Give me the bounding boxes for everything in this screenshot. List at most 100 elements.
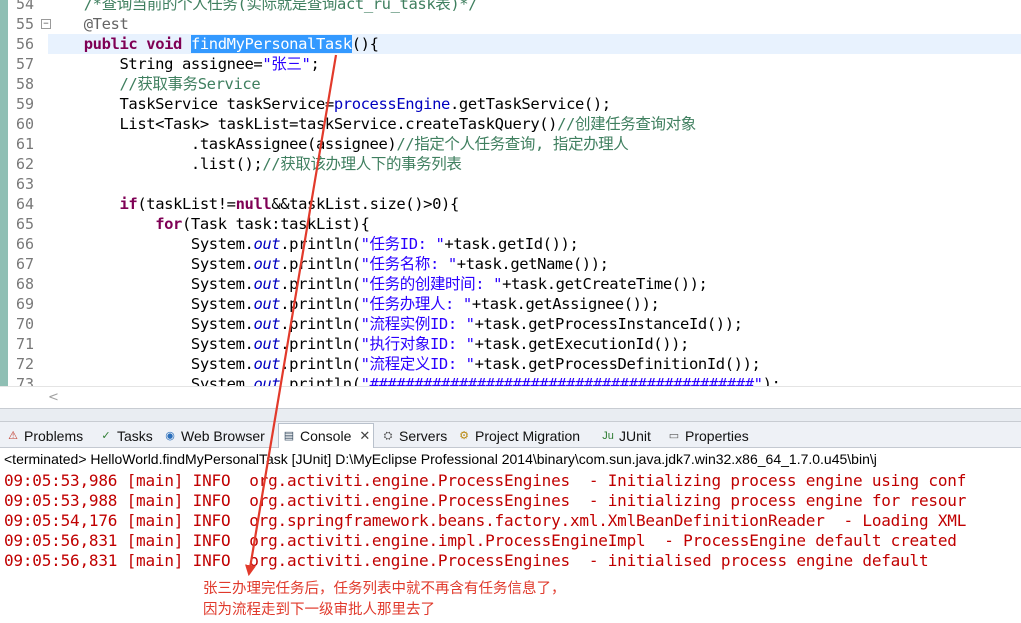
code-token: processEngine bbox=[333, 95, 451, 113]
code-token: .println( bbox=[280, 255, 361, 273]
tab-label: Project Migration bbox=[475, 427, 581, 444]
migration-icon: ⚙ bbox=[459, 429, 469, 442]
code-token: (){ bbox=[351, 35, 379, 53]
code-token: .taskAssignee(assignee) bbox=[48, 135, 397, 153]
code-line[interactable]: public void findMyPersonalTask(){ bbox=[48, 34, 1021, 54]
console-status: <terminated> HelloWorld.findMyPersonalTa… bbox=[4, 451, 877, 467]
code-line[interactable]: List<Task> taskList=taskService.createTa… bbox=[48, 114, 1021, 134]
code-line[interactable]: //获取事务Service bbox=[48, 74, 1021, 94]
code-token: .println( bbox=[280, 335, 361, 353]
annotation-note: 张三办理完任务后，任务列表中就不再含有任务信息了， 因为流程走到下一级审批人那里… bbox=[203, 579, 566, 621]
code-token: "张三" bbox=[262, 55, 311, 73]
console-log-line: 09:05:56,831 [main] INFO org.activiti.en… bbox=[4, 531, 957, 550]
editor-horizontal-scrollbar[interactable]: < bbox=[0, 386, 1021, 408]
tab-label: Web Browser bbox=[181, 427, 265, 444]
problems-icon: ⚠ bbox=[8, 429, 18, 442]
tab-properties[interactable]: ▭ Properties bbox=[664, 424, 752, 447]
line-number: 57 bbox=[16, 55, 35, 73]
code-token: out bbox=[253, 255, 281, 273]
tab-junit[interactable]: Ju JUnit bbox=[598, 424, 654, 447]
tab-tasks[interactable]: ✓ Tasks bbox=[96, 424, 156, 447]
code-token: System. bbox=[48, 315, 254, 333]
tab-label: JUnit bbox=[619, 427, 651, 444]
code-token: "任务ID: " bbox=[360, 235, 445, 253]
line-number: 59 bbox=[16, 95, 35, 113]
code-token: TaskService taskService= bbox=[48, 95, 334, 113]
code-line[interactable]: System.out.println("流程定义ID: "+task.getPr… bbox=[48, 354, 1021, 374]
code-line[interactable]: String assignee="张三"; bbox=[48, 54, 1021, 74]
console-log-line: 09:05:53,988 [main] INFO org.activiti.en… bbox=[4, 491, 967, 510]
tab-label: Tasks bbox=[117, 427, 153, 444]
annotation-line: 张三办理完任务后，任务列表中就不再含有任务信息了， bbox=[203, 581, 566, 597]
code-token: /*查询当前的个人任务(实际就是查询act_ru_task表)*/ bbox=[48, 0, 478, 13]
code-token: out bbox=[253, 355, 281, 373]
code-token: "流程实例ID: " bbox=[360, 315, 475, 333]
tab-label: Servers bbox=[399, 427, 448, 444]
line-number: 54 bbox=[16, 0, 35, 13]
editor-gutter-strip bbox=[0, 0, 8, 386]
code-token: //指定个人任务查询, 指定办理人 bbox=[396, 135, 629, 153]
junit-icon: Ju bbox=[602, 429, 614, 442]
code-token: +task.getProcessDefinitionId()); bbox=[474, 355, 761, 373]
code-token: public bbox=[83, 35, 138, 53]
code-line[interactable]: System.out.println("执行对象ID: "+task.getEx… bbox=[48, 334, 1021, 354]
code-token: out bbox=[253, 375, 281, 386]
code-line[interactable]: if(taskList!=null&&taskList.size()>0){ bbox=[48, 194, 1021, 214]
code-editor[interactable]: 54 55−56 57 58 59 60 61 62 63 64 65 66 67 68 69 70 71 72 7… bbox=[0, 0, 1021, 386]
code-token: +task.getAssignee()); bbox=[471, 295, 660, 313]
tab-console[interactable]: ▤ Console ✕ bbox=[278, 423, 375, 448]
line-number: 56 bbox=[16, 35, 35, 53]
code-line[interactable]: System.out.println("任务办理人: "+task.getAss… bbox=[48, 294, 1021, 314]
code-token: .getTaskService(); bbox=[449, 95, 611, 113]
code-token: System. bbox=[48, 255, 254, 273]
tab-label: Problems bbox=[24, 427, 84, 444]
code-token: +task.getId()); bbox=[444, 235, 579, 253]
line-number: 73 bbox=[16, 375, 35, 386]
code-token: out bbox=[253, 275, 281, 293]
code-line[interactable]: for(Task task:taskList){ bbox=[48, 214, 1021, 234]
line-number: 60 bbox=[16, 115, 35, 133]
code-line[interactable]: @Test bbox=[48, 14, 1021, 34]
code-line[interactable]: TaskService taskService=processEngine.ge… bbox=[48, 94, 1021, 114]
code-token: //创建任务查询对象 bbox=[557, 115, 696, 133]
code-token: (taskList!= bbox=[137, 195, 236, 213]
code-line[interactable]: System.out.println("任务名称: "+task.getName… bbox=[48, 254, 1021, 274]
close-icon[interactable]: ✕ bbox=[359, 428, 370, 444]
scroll-left-icon[interactable]: < bbox=[48, 390, 59, 405]
tab-project-migration[interactable]: ⚙ Project Migration bbox=[454, 424, 583, 447]
console-log-line: 09:05:53,986 [main] INFO org.activiti.en… bbox=[4, 471, 967, 490]
line-number: 58 bbox=[16, 75, 35, 93]
code-token: .println( bbox=[280, 315, 361, 333]
code-line[interactable]: System.out.println("流程实例ID: "+task.getPr… bbox=[48, 314, 1021, 334]
line-number: 68 bbox=[16, 275, 35, 293]
annotation-line: 因为流程走到下一级审批人那里去了 bbox=[203, 602, 435, 618]
tab-servers[interactable]: ⛭ Servers bbox=[378, 424, 450, 447]
code-line[interactable]: System.out.println("####################… bbox=[48, 374, 1021, 386]
code-token: System. bbox=[48, 235, 254, 253]
code-line[interactable]: System.out.println("任务的创建时间: "+task.getC… bbox=[48, 274, 1021, 294]
code-line[interactable]: .list();//获取该办理人下的事务列表 bbox=[48, 154, 1021, 174]
code-token: "任务名称: " bbox=[360, 255, 458, 273]
code-line[interactable]: .taskAssignee(assignee)//指定个人任务查询, 指定办理人 bbox=[48, 134, 1021, 154]
tab-problems[interactable]: ⚠ Problems bbox=[3, 424, 86, 447]
code-line[interactable] bbox=[48, 174, 1021, 194]
tab-label: Properties bbox=[685, 427, 749, 444]
code-line[interactable]: /*查询当前的个人任务(实际就是查询act_ru_task表)*/ bbox=[48, 0, 1021, 14]
code-token: +task.getCreateTime()); bbox=[502, 275, 708, 293]
code-token: ; bbox=[310, 55, 320, 73]
code-token: .println( bbox=[280, 235, 361, 253]
console-log-line: 09:05:56,831 [main] INFO org.activiti.en… bbox=[4, 551, 929, 570]
view-splitter[interactable] bbox=[0, 408, 1021, 422]
code-line[interactable]: System.out.println("任务ID: "+task.getId()… bbox=[48, 234, 1021, 254]
views-tab-bar: ⚠ Problems ✓ Tasks ◉ Web Browser ▤ Console ✕ ⛭ Ser… bbox=[0, 422, 1021, 448]
tab-web-browser[interactable]: ◉ Web Browser bbox=[160, 424, 268, 447]
line-number: 61 bbox=[16, 135, 35, 153]
code-token: //获取事务Service bbox=[119, 75, 261, 93]
console-log-line: 09:05:54,176 [main] INFO org.springframe… bbox=[4, 511, 967, 530]
code-token: "任务办理人: " bbox=[360, 295, 473, 313]
